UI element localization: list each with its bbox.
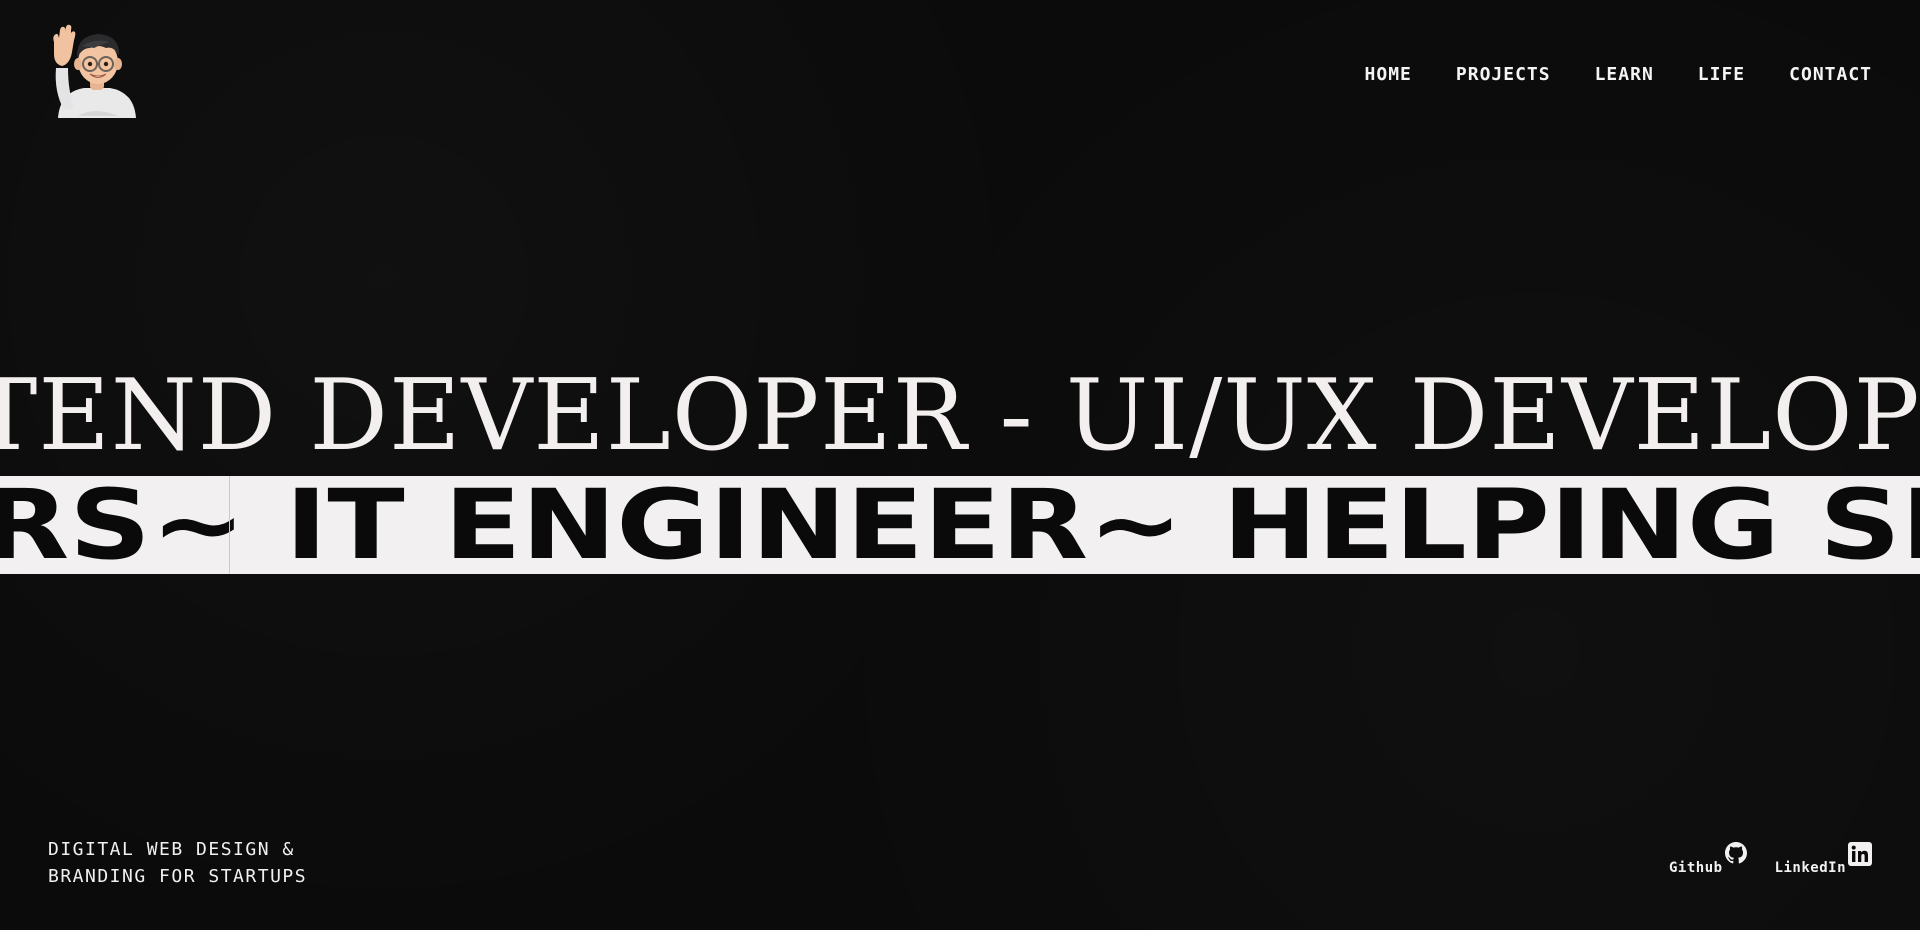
nav-contact-link[interactable]: CONTACT — [1789, 64, 1872, 85]
linkedin-label: LinkedIn — [1774, 860, 1846, 876]
nav-life-link[interactable]: LIFE — [1698, 64, 1745, 85]
github-link[interactable]: Github — [1669, 842, 1747, 876]
main-nav: HOME PROJECTS LEARN LIFE CONTACT — [1365, 64, 1872, 85]
github-icon — [1724, 842, 1747, 864]
linkedin-link[interactable]: LinkedIn — [1775, 842, 1872, 876]
linkedin-icon — [1848, 842, 1872, 866]
social-links: Github LinkedIn — [1669, 842, 1872, 876]
logo-avatar-icon[interactable] — [48, 18, 140, 118]
memoji-waving-avatar-icon — [53, 24, 136, 118]
nav-learn-link[interactable]: LEARN — [1595, 64, 1654, 85]
hero-serif-text: TEND DEVELOPER - UI/UX DEVELOPER — [0, 360, 1920, 472]
github-label: Github — [1668, 860, 1723, 876]
hero-marquee-band: RS~ IT ENGINEER~ HELPING SERIOUS — [0, 476, 1920, 574]
tagline: DIGITAL WEB DESIGN & BRANDING FOR STARTU… — [48, 836, 307, 890]
band-divider — [229, 476, 230, 574]
nav-projects-link[interactable]: PROJECTS — [1456, 64, 1551, 85]
hero-band-text: RS~ IT ENGINEER~ HELPING SERIOUS — [0, 476, 1920, 574]
hero-marquee-serif: TEND DEVELOPER - UI/UX DEVELOPER — [0, 360, 1920, 472]
tagline-line-1: DIGITAL WEB DESIGN & — [48, 839, 295, 860]
nav-home-link[interactable]: HOME — [1365, 64, 1412, 85]
tagline-line-2: BRANDING FOR STARTUPS — [48, 866, 308, 887]
